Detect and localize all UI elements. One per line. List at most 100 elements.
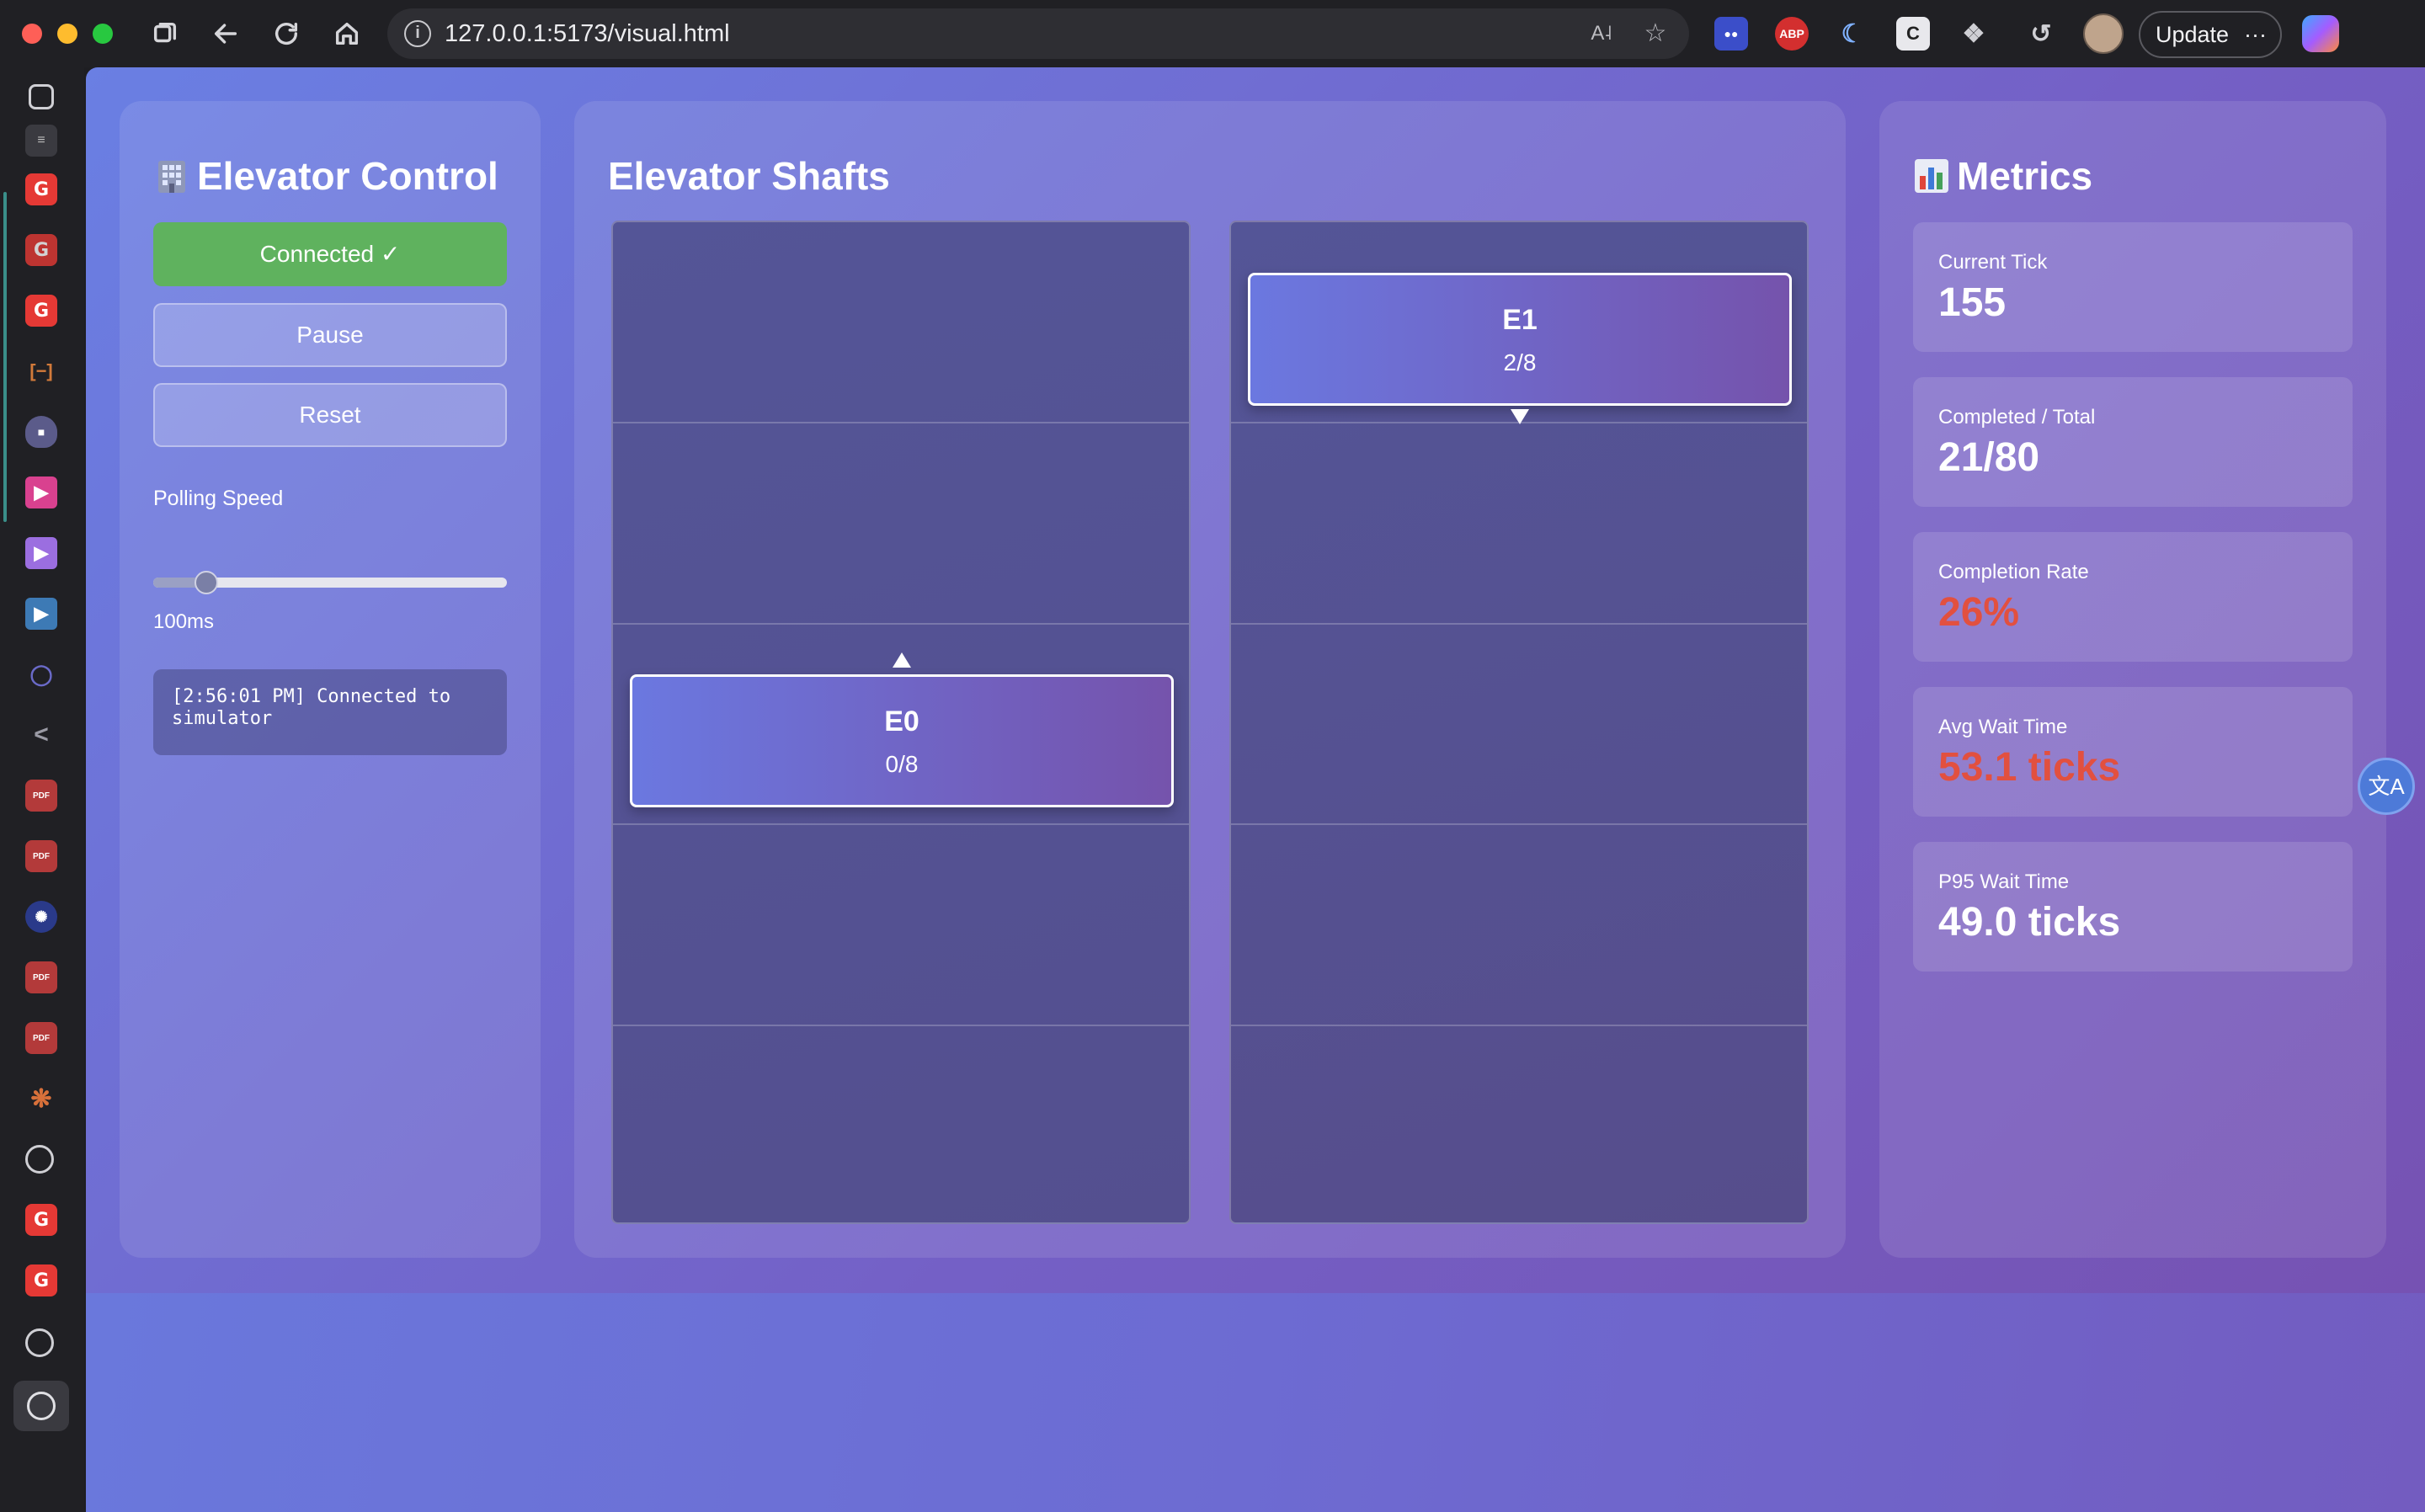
update-button[interactable]: Update ··· xyxy=(2139,11,2282,58)
metric-card: Avg Wait Time 53.1 ticks xyxy=(1913,687,2353,817)
building-icon xyxy=(158,161,185,193)
history-icon[interactable]: ↺ xyxy=(2024,17,2058,51)
tab-openai-icon[interactable]: ✺ xyxy=(25,901,57,933)
metric-card: Completed / Total 21/80 xyxy=(1913,377,2353,507)
tab-claude-icon[interactable]: ❋ xyxy=(25,1083,57,1115)
metric-card: P95 Wait Time 49.0 ticks xyxy=(1913,842,2353,972)
tab-globe-icon[interactable] xyxy=(25,1328,54,1357)
tab-play-icon[interactable]: ▶ xyxy=(25,598,57,630)
connected-button[interactable]: Connected ✓ xyxy=(153,222,507,286)
minimize-window-button[interactable] xyxy=(57,24,77,44)
floor-divider xyxy=(1231,622,1807,625)
direction-up-icon xyxy=(893,652,911,668)
maximize-window-button[interactable] xyxy=(93,24,113,44)
browser-toolbar: i 127.0.0.1:5173/visual.html A˨ ☆ ●● ABP… xyxy=(0,0,2425,67)
close-window-button[interactable] xyxy=(22,24,42,44)
shafts-panel: Elevator Shafts E0 0/8 E1 2/8 xyxy=(574,101,1846,1258)
tab-pdf-icon[interactable]: PDF xyxy=(25,840,57,872)
sidebar-toggle-icon[interactable] xyxy=(29,84,54,109)
elevator-car-e1: E1 2/8 xyxy=(1248,273,1792,407)
tab-globe-icon[interactable] xyxy=(25,1145,54,1174)
tab-globe-icon xyxy=(27,1392,56,1420)
elevator-shaft-e0: E0 0/8 xyxy=(611,221,1191,1224)
read-aloud-icon[interactable]: A˨ xyxy=(1586,19,1617,49)
polling-speed-slider[interactable] xyxy=(153,571,507,594)
tab-play-icon[interactable]: ▶ xyxy=(25,476,57,508)
reset-button[interactable]: Reset xyxy=(153,383,507,447)
page-viewport: Elevator Control Connected ✓ Pause Reset… xyxy=(86,67,2425,1512)
tab-pdf-icon[interactable]: PDF xyxy=(25,961,57,993)
floor-divider xyxy=(613,622,1189,625)
tab-g-icon[interactable]: G xyxy=(25,1204,57,1236)
pause-button[interactable]: Pause xyxy=(153,303,507,367)
moon-extension-icon[interactable]: ☾ xyxy=(1836,17,1869,51)
tab-shield-icon[interactable]: ■ xyxy=(25,416,57,448)
tab-pdf-icon[interactable]: PDF xyxy=(25,780,57,812)
tab-pdf-icon[interactable]: PDF xyxy=(25,1022,57,1054)
metric-label: Current Tick xyxy=(1938,251,2048,274)
translate-icon[interactable]: 文A xyxy=(2358,758,2415,815)
adblock-icon[interactable]: ABP xyxy=(1775,17,1809,51)
profile-avatar[interactable] xyxy=(2083,13,2124,54)
polling-speed-label: Polling Speed xyxy=(153,487,284,510)
elevator-shaft-e1: E1 2/8 xyxy=(1229,221,1809,1224)
address-bar[interactable]: i 127.0.0.1:5173/visual.html A˨ ☆ xyxy=(387,8,1689,59)
metrics-panel-title: Metrics xyxy=(1913,153,2092,199)
refresh-icon[interactable] xyxy=(268,15,305,52)
url-text[interactable]: 127.0.0.1:5173/visual.html xyxy=(445,20,730,48)
elevator-load: 2/8 xyxy=(1503,349,1537,376)
elevator-car-e0: E0 0/8 xyxy=(630,674,1174,807)
metric-value: 155 xyxy=(1938,280,2007,325)
tab-g-icon[interactable]: G xyxy=(25,295,57,327)
more-menu-icon[interactable]: ··· xyxy=(2244,13,2267,56)
tab-stack-icon[interactable]: ≡ xyxy=(25,125,57,157)
back-icon[interactable] xyxy=(207,15,244,52)
shafts-panel-title: Elevator Shafts xyxy=(608,154,890,198)
control-panel-title: Elevator Control xyxy=(153,153,498,199)
floor-divider xyxy=(613,422,1189,424)
tab-circle-icon[interactable]: ◯ xyxy=(25,658,57,690)
tab-share-icon[interactable]: < xyxy=(25,719,57,751)
elevator-load: 0/8 xyxy=(885,751,919,777)
control-panel: Elevator Control Connected ✓ Pause Reset… xyxy=(120,101,541,1258)
tab-play-icon[interactable]: ▶ xyxy=(25,537,57,569)
extension-c-icon[interactable]: C xyxy=(1896,17,1930,51)
metric-card: Current Tick 155 xyxy=(1913,222,2353,352)
tab-code-icon[interactable]: [−] xyxy=(25,355,57,387)
extensions-puzzle-icon[interactable]: ❖ xyxy=(1957,17,1991,51)
update-label: Update xyxy=(2156,22,2230,47)
floor-divider xyxy=(613,823,1189,826)
favorite-star-icon[interactable]: ☆ xyxy=(1640,19,1671,49)
metrics-title-text: Metrics xyxy=(1957,154,2093,198)
floor-divider xyxy=(613,1024,1189,1026)
extension-ghost-icon[interactable]: ●● xyxy=(1714,17,1748,51)
direction-down-icon xyxy=(1511,409,1529,425)
home-icon[interactable] xyxy=(328,15,365,52)
metric-value: 49.0 ticks xyxy=(1938,900,2121,945)
metric-card: Completion Rate 26% xyxy=(1913,532,2353,662)
metric-value: 26% xyxy=(1938,590,2020,635)
metric-label: Completion Rate xyxy=(1938,561,2089,583)
metric-label: Avg Wait Time xyxy=(1938,716,2068,738)
tab-g-icon[interactable]: G xyxy=(25,1264,57,1296)
bar-chart-icon xyxy=(1915,159,1948,193)
active-tab-background[interactable] xyxy=(13,1381,69,1431)
tab-group-indicator xyxy=(3,192,7,522)
vertical-tab-sidebar: ≡ G G G [−] ■ ▶ ▶ ▶ ◯ < PDF PDF ✺ PDF PD… xyxy=(0,67,84,1512)
page-background-lower xyxy=(86,1293,2425,1512)
metric-label: P95 Wait Time xyxy=(1938,870,2070,893)
control-title-text: Elevator Control xyxy=(197,154,498,198)
polling-speed-value: 100ms xyxy=(153,610,215,633)
tab-g-icon[interactable]: G xyxy=(25,234,57,266)
tab-g-icon[interactable]: G xyxy=(25,173,57,205)
copilot-icon[interactable] xyxy=(2302,15,2339,52)
site-info-icon[interactable]: i xyxy=(404,20,431,47)
floor-divider xyxy=(1231,1024,1807,1026)
elevator-name: E0 xyxy=(884,705,919,737)
elevator-name: E1 xyxy=(1502,304,1538,337)
metric-value: 21/80 xyxy=(1938,435,2040,480)
event-log: [2:56:01 PM] Connected to simulator xyxy=(153,669,507,755)
tab-actions-icon[interactable] xyxy=(147,15,184,52)
metric-value: 53.1 ticks xyxy=(1938,745,2121,790)
slider-thumb[interactable] xyxy=(195,571,218,594)
